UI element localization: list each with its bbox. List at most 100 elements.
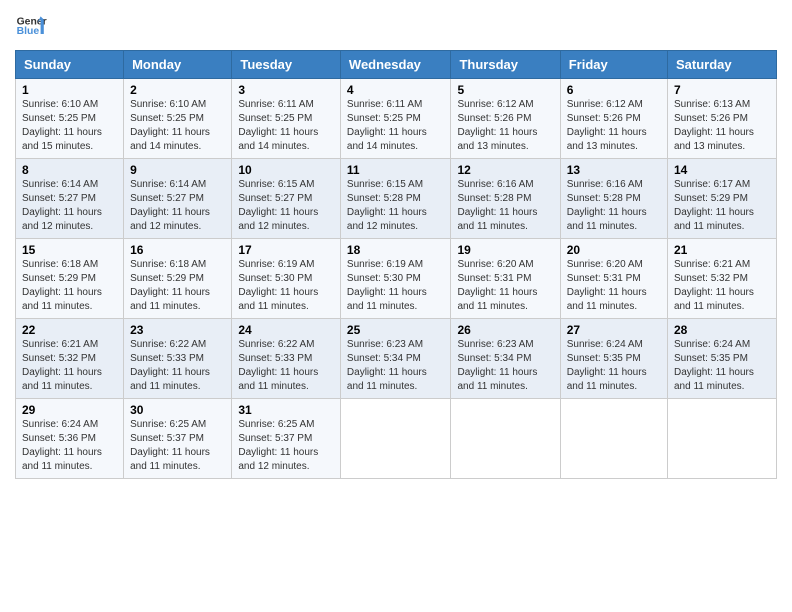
- empty-cell: [340, 399, 451, 479]
- day-number: 17: [238, 243, 334, 257]
- calendar-day-13: 13 Sunrise: 6:16 AM Sunset: 5:28 PM Dayl…: [560, 159, 667, 239]
- day-info: Sunrise: 6:16 AM Sunset: 5:28 PM Dayligh…: [457, 179, 537, 232]
- calendar-day-24: 24 Sunrise: 6:22 AM Sunset: 5:33 PM Dayl…: [232, 319, 341, 399]
- day-number: 31: [238, 403, 334, 417]
- calendar-day-10: 10 Sunrise: 6:15 AM Sunset: 5:27 PM Dayl…: [232, 159, 341, 239]
- calendar-day-4: 4 Sunrise: 6:11 AM Sunset: 5:25 PM Dayli…: [340, 79, 451, 159]
- day-number: 6: [567, 83, 661, 97]
- day-info: Sunrise: 6:21 AM Sunset: 5:32 PM Dayligh…: [674, 259, 754, 312]
- day-info: Sunrise: 6:15 AM Sunset: 5:27 PM Dayligh…: [238, 179, 318, 232]
- day-number: 7: [674, 83, 770, 97]
- day-number: 4: [347, 83, 445, 97]
- calendar-day-7: 7 Sunrise: 6:13 AM Sunset: 5:26 PM Dayli…: [668, 79, 777, 159]
- col-header-sunday: Sunday: [16, 51, 124, 79]
- calendar-day-19: 19 Sunrise: 6:20 AM Sunset: 5:31 PM Dayl…: [451, 239, 560, 319]
- calendar-day-5: 5 Sunrise: 6:12 AM Sunset: 5:26 PM Dayli…: [451, 79, 560, 159]
- day-info: Sunrise: 6:14 AM Sunset: 5:27 PM Dayligh…: [130, 179, 210, 232]
- calendar-day-2: 2 Sunrise: 6:10 AM Sunset: 5:25 PM Dayli…: [124, 79, 232, 159]
- day-number: 13: [567, 163, 661, 177]
- calendar-week-1: 1 Sunrise: 6:10 AM Sunset: 5:25 PM Dayli…: [16, 79, 777, 159]
- day-number: 8: [22, 163, 117, 177]
- calendar-day-25: 25 Sunrise: 6:23 AM Sunset: 5:34 PM Dayl…: [340, 319, 451, 399]
- day-number: 22: [22, 323, 117, 337]
- day-info: Sunrise: 6:25 AM Sunset: 5:37 PM Dayligh…: [130, 419, 210, 472]
- calendar-header-row: SundayMondayTuesdayWednesdayThursdayFrid…: [16, 51, 777, 79]
- empty-cell: [560, 399, 667, 479]
- col-header-thursday: Thursday: [451, 51, 560, 79]
- col-header-tuesday: Tuesday: [232, 51, 341, 79]
- day-info: Sunrise: 6:22 AM Sunset: 5:33 PM Dayligh…: [130, 339, 210, 392]
- calendar-day-6: 6 Sunrise: 6:12 AM Sunset: 5:26 PM Dayli…: [560, 79, 667, 159]
- day-info: Sunrise: 6:10 AM Sunset: 5:25 PM Dayligh…: [130, 99, 210, 152]
- calendar-day-11: 11 Sunrise: 6:15 AM Sunset: 5:28 PM Dayl…: [340, 159, 451, 239]
- day-number: 1: [22, 83, 117, 97]
- day-number: 9: [130, 163, 225, 177]
- col-header-friday: Friday: [560, 51, 667, 79]
- calendar-week-4: 22 Sunrise: 6:21 AM Sunset: 5:32 PM Dayl…: [16, 319, 777, 399]
- day-number: 2: [130, 83, 225, 97]
- day-info: Sunrise: 6:23 AM Sunset: 5:34 PM Dayligh…: [347, 339, 427, 392]
- day-number: 27: [567, 323, 661, 337]
- calendar-day-18: 18 Sunrise: 6:19 AM Sunset: 5:30 PM Dayl…: [340, 239, 451, 319]
- calendar-day-31: 31 Sunrise: 6:25 AM Sunset: 5:37 PM Dayl…: [232, 399, 341, 479]
- day-number: 23: [130, 323, 225, 337]
- day-number: 30: [130, 403, 225, 417]
- day-info: Sunrise: 6:14 AM Sunset: 5:27 PM Dayligh…: [22, 179, 102, 232]
- day-number: 3: [238, 83, 334, 97]
- day-info: Sunrise: 6:18 AM Sunset: 5:29 PM Dayligh…: [130, 259, 210, 312]
- calendar-week-3: 15 Sunrise: 6:18 AM Sunset: 5:29 PM Dayl…: [16, 239, 777, 319]
- calendar-day-8: 8 Sunrise: 6:14 AM Sunset: 5:27 PM Dayli…: [16, 159, 124, 239]
- calendar-day-1: 1 Sunrise: 6:10 AM Sunset: 5:25 PM Dayli…: [16, 79, 124, 159]
- col-header-saturday: Saturday: [668, 51, 777, 79]
- logo-icon: General Blue: [15, 10, 47, 42]
- calendar-week-5: 29 Sunrise: 6:24 AM Sunset: 5:36 PM Dayl…: [16, 399, 777, 479]
- day-info: Sunrise: 6:16 AM Sunset: 5:28 PM Dayligh…: [567, 179, 647, 232]
- calendar-day-20: 20 Sunrise: 6:20 AM Sunset: 5:31 PM Dayl…: [560, 239, 667, 319]
- calendar-day-3: 3 Sunrise: 6:11 AM Sunset: 5:25 PM Dayli…: [232, 79, 341, 159]
- day-info: Sunrise: 6:12 AM Sunset: 5:26 PM Dayligh…: [567, 99, 647, 152]
- calendar-day-9: 9 Sunrise: 6:14 AM Sunset: 5:27 PM Dayli…: [124, 159, 232, 239]
- day-info: Sunrise: 6:13 AM Sunset: 5:26 PM Dayligh…: [674, 99, 754, 152]
- day-info: Sunrise: 6:23 AM Sunset: 5:34 PM Dayligh…: [457, 339, 537, 392]
- day-info: Sunrise: 6:11 AM Sunset: 5:25 PM Dayligh…: [347, 99, 427, 152]
- calendar-day-30: 30 Sunrise: 6:25 AM Sunset: 5:37 PM Dayl…: [124, 399, 232, 479]
- calendar-day-14: 14 Sunrise: 6:17 AM Sunset: 5:29 PM Dayl…: [668, 159, 777, 239]
- day-info: Sunrise: 6:19 AM Sunset: 5:30 PM Dayligh…: [347, 259, 427, 312]
- empty-cell: [668, 399, 777, 479]
- day-number: 18: [347, 243, 445, 257]
- calendar-day-28: 28 Sunrise: 6:24 AM Sunset: 5:35 PM Dayl…: [668, 319, 777, 399]
- day-number: 21: [674, 243, 770, 257]
- col-header-wednesday: Wednesday: [340, 51, 451, 79]
- col-header-monday: Monday: [124, 51, 232, 79]
- calendar-day-21: 21 Sunrise: 6:21 AM Sunset: 5:32 PM Dayl…: [668, 239, 777, 319]
- day-info: Sunrise: 6:12 AM Sunset: 5:26 PM Dayligh…: [457, 99, 537, 152]
- day-number: 16: [130, 243, 225, 257]
- day-info: Sunrise: 6:18 AM Sunset: 5:29 PM Dayligh…: [22, 259, 102, 312]
- day-number: 5: [457, 83, 553, 97]
- calendar-day-26: 26 Sunrise: 6:23 AM Sunset: 5:34 PM Dayl…: [451, 319, 560, 399]
- day-info: Sunrise: 6:24 AM Sunset: 5:35 PM Dayligh…: [674, 339, 754, 392]
- day-number: 19: [457, 243, 553, 257]
- day-number: 10: [238, 163, 334, 177]
- day-number: 12: [457, 163, 553, 177]
- day-number: 29: [22, 403, 117, 417]
- day-info: Sunrise: 6:24 AM Sunset: 5:36 PM Dayligh…: [22, 419, 102, 472]
- calendar-day-22: 22 Sunrise: 6:21 AM Sunset: 5:32 PM Dayl…: [16, 319, 124, 399]
- svg-text:Blue: Blue: [17, 26, 40, 37]
- day-number: 25: [347, 323, 445, 337]
- day-info: Sunrise: 6:25 AM Sunset: 5:37 PM Dayligh…: [238, 419, 318, 472]
- day-info: Sunrise: 6:21 AM Sunset: 5:32 PM Dayligh…: [22, 339, 102, 392]
- calendar-day-27: 27 Sunrise: 6:24 AM Sunset: 5:35 PM Dayl…: [560, 319, 667, 399]
- day-number: 20: [567, 243, 661, 257]
- day-number: 15: [22, 243, 117, 257]
- calendar-day-23: 23 Sunrise: 6:22 AM Sunset: 5:33 PM Dayl…: [124, 319, 232, 399]
- calendar-week-2: 8 Sunrise: 6:14 AM Sunset: 5:27 PM Dayli…: [16, 159, 777, 239]
- header: General Blue: [15, 10, 777, 42]
- day-info: Sunrise: 6:19 AM Sunset: 5:30 PM Dayligh…: [238, 259, 318, 312]
- empty-cell: [451, 399, 560, 479]
- day-number: 28: [674, 323, 770, 337]
- day-info: Sunrise: 6:15 AM Sunset: 5:28 PM Dayligh…: [347, 179, 427, 232]
- day-number: 26: [457, 323, 553, 337]
- logo: General Blue: [15, 10, 47, 42]
- day-info: Sunrise: 6:24 AM Sunset: 5:35 PM Dayligh…: [567, 339, 647, 392]
